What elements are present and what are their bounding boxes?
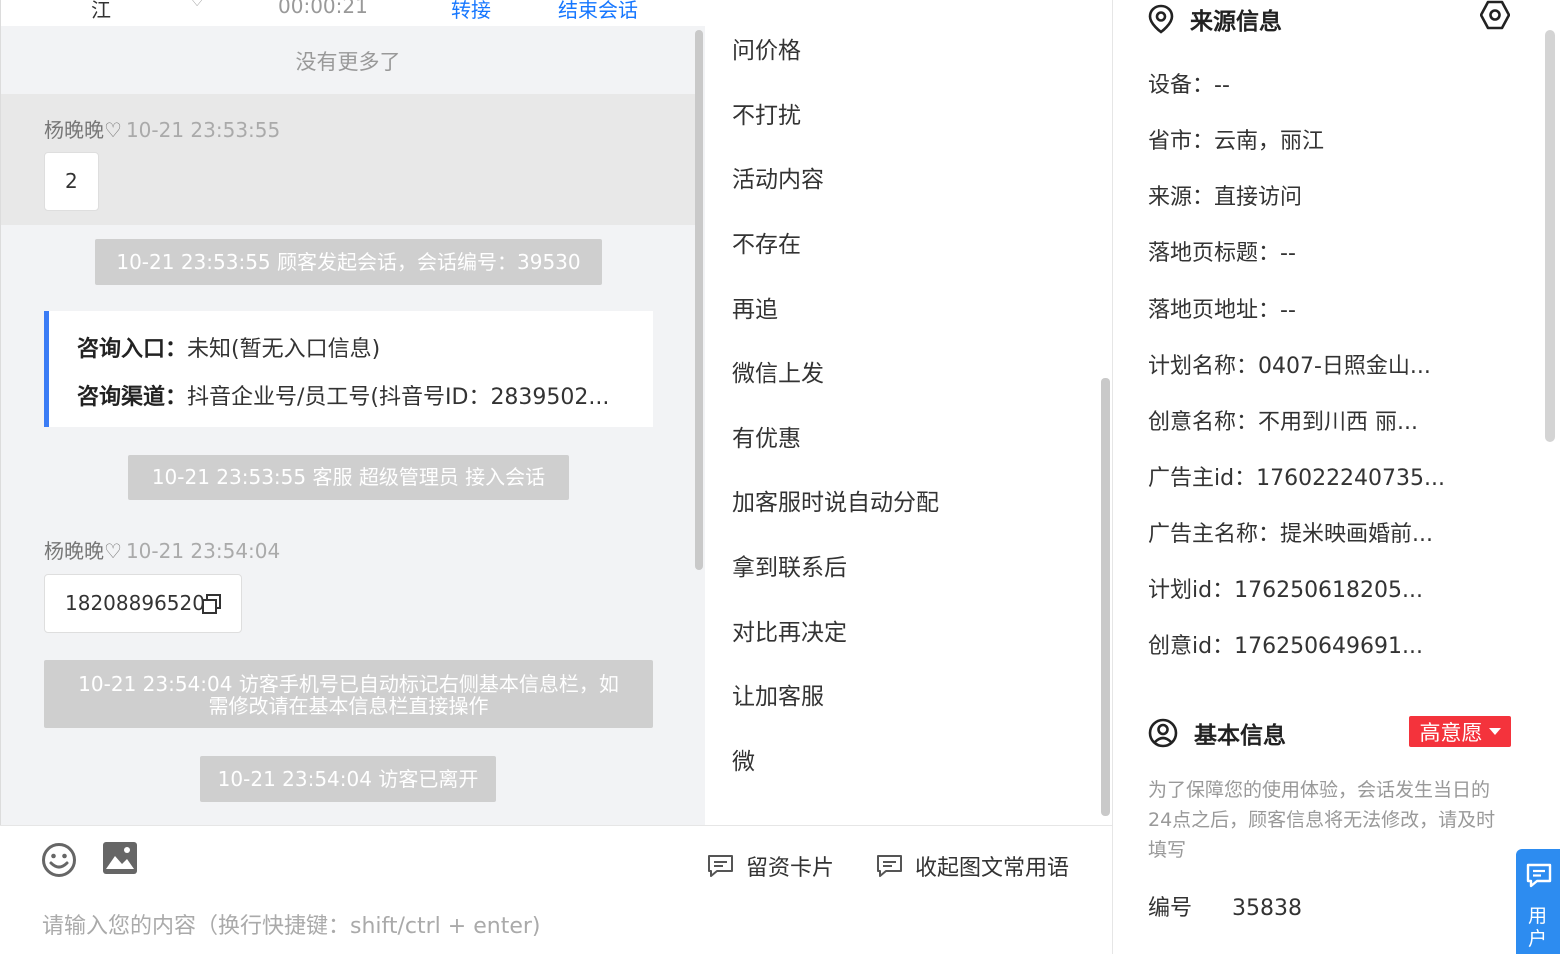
location-pin-icon [1148, 4, 1174, 34]
message-block: 杨晚晚♡ 10-21 23:54:04 18208896520 [1, 520, 695, 640]
system-message: 10-21 23:53:55 顾客发起会话，会话编号：39530 [95, 239, 602, 285]
input-area: 留资卡片 收起图文常用语 [0, 825, 1112, 954]
basic-info-title: 基本信息 [1148, 716, 1286, 750]
source-info-title: 来源信息 [1148, 2, 1282, 36]
basic-info-label: 基本信息 [1194, 723, 1286, 749]
message-header: 杨晚晚♡ 10-21 23:53:55 [44, 114, 280, 143]
message-bubble[interactable]: 2 [44, 152, 99, 211]
phrase-item[interactable]: 有优惠 [732, 419, 801, 453]
system-message: 10-21 23:54:04 访客手机号已自动标记右侧基本信息栏，如 需修改请在… [44, 660, 653, 728]
plan-name: 计划名称：0407-日照金山... [1148, 354, 1431, 379]
copy-icon[interactable] [201, 593, 223, 615]
customer-id-row: 编号 35838 [1148, 890, 1302, 922]
phrase-scrollbar[interactable] [1101, 378, 1110, 816]
collapse-phrases-button[interactable]: 收起图文常用语 [876, 850, 1069, 882]
visitor-name: 江 [91, 0, 111, 22]
sender-name: 杨晚晚♡ [44, 539, 122, 563]
channel-value: 抖音企业号/员工号(抖音号ID：2839502... [187, 385, 610, 410]
settings-hexagon-icon[interactable] [1480, 0, 1510, 30]
collapse-phrases-label: 收起图文常用语 [915, 856, 1070, 881]
phrase-item[interactable]: 加客服时说自动分配 [732, 483, 939, 517]
message-bubble[interactable]: 18208896520 [44, 574, 242, 633]
intent-level-value: 高意愿 [1419, 720, 1483, 745]
intent-level-dropdown[interactable]: 高意愿 [1409, 716, 1511, 747]
no-more-text: 没有更多了 [295, 50, 401, 74]
plan-id: 计划id：176250618205... [1148, 578, 1424, 603]
caret-down-icon [1488, 728, 1501, 735]
heart-icon: ♡ [189, 0, 206, 11]
quick-phrase-panel: 问价格 不打扰 活动内容 不存在 再追 微信上发 有优惠 加客服时说自动分配 拿… [705, 0, 1112, 825]
lead-card-button[interactable]: 留资卡片 [707, 850, 834, 882]
transfer-button[interactable]: 转接 [451, 0, 491, 23]
phrase-item[interactable]: 微 [732, 742, 755, 776]
phrase-item[interactable]: 活动内容 [732, 160, 824, 194]
customer-info-panel: 来源信息 设备：-- 省市：云南，丽江 来源：直接访问 落地页标题：-- 落地页… [1112, 0, 1560, 954]
lead-card-label: 留资卡片 [746, 856, 835, 881]
end-session-button[interactable]: 结束会话 [558, 0, 638, 23]
entry-value: 未知(暂无入口信息) [187, 337, 381, 362]
image-icon[interactable] [103, 842, 137, 874]
message-block: 杨晚晚♡ 10-21 23:53:55 2 [1, 94, 695, 225]
system-message-line: 需修改请在基本信息栏直接操作 [208, 694, 489, 718]
source-device: 设备：-- [1148, 73, 1230, 98]
chat-header: 江 ♡ 00:00:21 转接 结束会话 [1, 0, 705, 26]
entry-info-card: 咨询入口：未知(暂无入口信息) 咨询渠道：抖音企业号/员工号(抖音号ID：283… [44, 311, 653, 427]
phrase-item[interactable]: 拿到联系后 [732, 548, 847, 582]
phrase-item[interactable]: 让加客服 [732, 677, 824, 711]
phrase-item[interactable]: 不打扰 [732, 96, 801, 130]
system-message: 10-21 23:54:04 访客已离开 [200, 756, 496, 802]
entry-label: 咨询入口： [77, 337, 188, 362]
creative-id: 创意id：176250649691... [1148, 634, 1424, 659]
creative-name: 创意名称：不用到川西 丽... [1148, 410, 1418, 435]
emoji-icon[interactable] [41, 842, 77, 878]
phrase-item[interactable]: 不存在 [732, 225, 801, 259]
advertiser-name: 广告主名称：提米映画婚前... [1148, 522, 1433, 547]
phrase-item[interactable]: 问价格 [732, 31, 801, 65]
edit-notice: 为了保障您的使用体验，会话发生当日的24点之后，顾客信息将无法修改，请及时填写 [1148, 779, 1496, 861]
message-time: 10-21 23:53:55 [125, 118, 281, 142]
channel-label: 咨询渠道： [77, 385, 188, 410]
phrase-item[interactable]: 微信上发 [732, 354, 824, 388]
entry-row: 咨询入口：未知(暂无入口信息) [77, 331, 380, 363]
source-channel: 来源：直接访问 [1148, 185, 1303, 210]
user-side-tab[interactable]: 用户 [1516, 849, 1560, 954]
message-text: 18208896520 [65, 591, 205, 615]
user-tab-label: 用户 [1528, 905, 1548, 950]
landing-page-title: 落地页标题：-- [1148, 241, 1296, 266]
user-circle-icon [1148, 718, 1178, 748]
landing-page-url: 落地页地址：-- [1148, 298, 1296, 323]
chat-panel: 江 ♡ 00:00:21 转接 结束会话 没有更多了 杨晚晚♡ 10-21 23:… [0, 0, 705, 825]
sender-name: 杨晚晚♡ [44, 118, 122, 142]
system-message-line: 10-21 23:54:04 访客手机号已自动标记右侧基本信息栏，如 [78, 672, 619, 696]
system-message: 10-21 23:53:55 客服 超级管理员 接入会话 [128, 455, 569, 500]
source-info-label: 来源信息 [1190, 9, 1282, 35]
phrase-item[interactable]: 对比再决定 [732, 613, 847, 647]
message-header: 杨晚晚♡ 10-21 23:54:04 [44, 535, 280, 564]
message-icon [877, 855, 902, 877]
phrase-item[interactable]: 再追 [732, 290, 778, 324]
message-time: 10-21 23:54:04 [125, 539, 281, 563]
message-icon [708, 855, 733, 877]
info-scrollbar[interactable] [1545, 30, 1555, 442]
chat-bubble-icon [1526, 863, 1552, 888]
advertiser-id: 广告主id：176022240735... [1148, 466, 1446, 491]
chat-scrollbar[interactable] [695, 30, 703, 570]
customer-id-label: 编号 [1148, 896, 1193, 921]
channel-row: 咨询渠道：抖音企业号/员工号(抖音号ID：2839502... [77, 379, 609, 411]
session-timer: 00:00:21 [278, 0, 368, 18]
customer-id-value: 35838 [1232, 896, 1303, 921]
source-region: 省市：云南，丽江 [1148, 129, 1325, 154]
message-input[interactable] [42, 906, 1082, 946]
